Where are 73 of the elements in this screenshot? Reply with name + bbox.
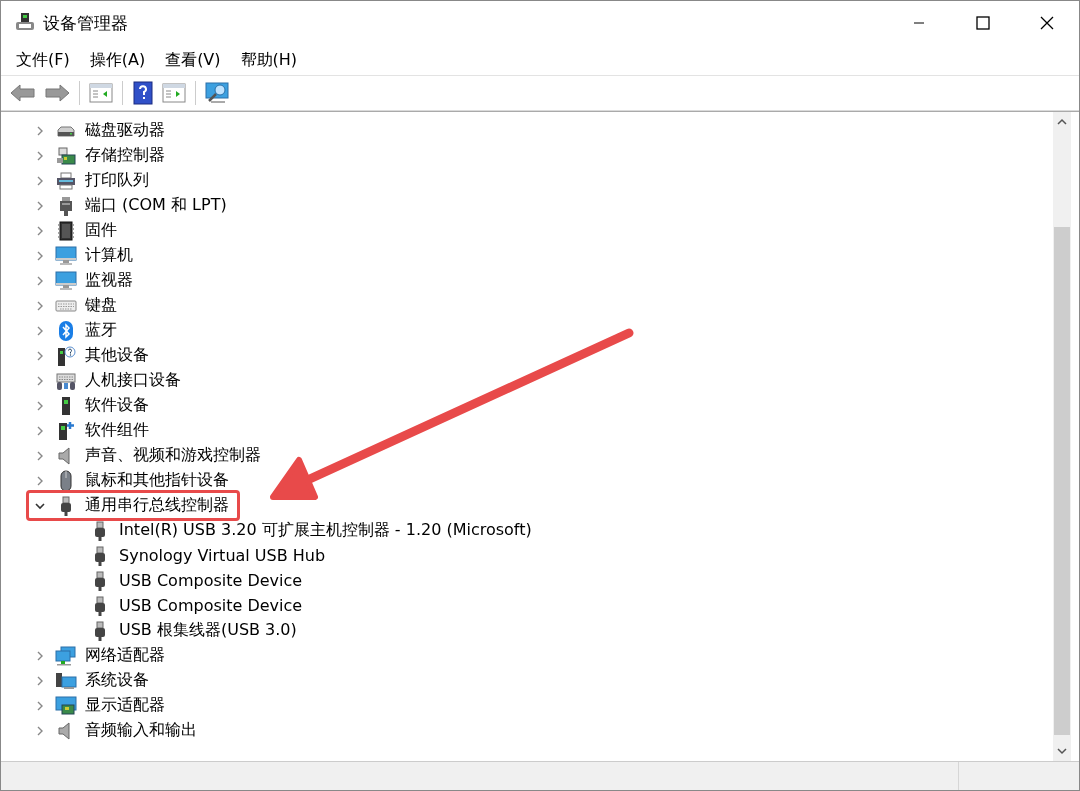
collapse-chevron-icon[interactable] — [35, 500, 45, 511]
tree-item[interactable]: 声音、视频和游戏控制器 — [85, 445, 261, 466]
scroll-up-icon — [1057, 118, 1067, 126]
tree-item[interactable]: USB Composite Device — [119, 571, 303, 590]
expand-chevron-icon[interactable] — [35, 250, 45, 261]
expand-chevron-icon[interactable] — [35, 475, 45, 486]
tree-item[interactable]: 网络适配器 — [85, 645, 165, 666]
tree-item[interactable]: USB Composite Device — [119, 596, 303, 615]
close-icon — [1040, 16, 1054, 30]
monitor-icon — [55, 245, 77, 266]
chip-icon — [56, 220, 76, 241]
tree-item[interactable]: 磁盘驱动器 — [85, 120, 165, 141]
console-tree-icon — [89, 82, 113, 104]
menu-item[interactable]: 帮助(H) — [232, 46, 306, 74]
tree-item[interactable]: 鼠标和其他指针设备 — [85, 470, 229, 491]
tree-item[interactable]: 其他设备 — [85, 345, 149, 366]
expand-chevron-icon[interactable] — [35, 700, 45, 711]
monitor-icon — [55, 270, 77, 291]
tree-item[interactable]: 固件 — [85, 220, 117, 241]
scrollbar[interactable] — [1053, 112, 1071, 761]
tree-item[interactable]: 计算机 — [85, 245, 133, 266]
expand-chevron-icon[interactable] — [35, 425, 45, 436]
tree-item[interactable]: 键盘 — [85, 295, 117, 316]
maximize-icon — [976, 16, 990, 30]
expand-chevron-icon[interactable] — [35, 400, 45, 411]
forward-arrow-icon — [44, 83, 70, 103]
tree-item[interactable]: 蓝牙 — [85, 320, 117, 341]
expand-chevron-icon[interactable] — [35, 725, 45, 736]
expand-chevron-icon[interactable] — [35, 675, 45, 686]
menu-item[interactable]: 查看(V) — [157, 46, 229, 74]
tree-item[interactable]: Synology Virtual USB Hub — [119, 546, 326, 565]
scroll-down-icon — [1057, 747, 1067, 755]
unknown-device-icon — [55, 344, 77, 367]
help-icon — [132, 81, 154, 105]
tree-item[interactable]: 软件组件 — [85, 420, 149, 441]
menu-item[interactable]: 文件(F) — [8, 46, 78, 74]
expand-chevron-icon[interactable] — [35, 275, 45, 286]
tree-item[interactable]: 显示适配器 — [85, 695, 165, 716]
tree-item[interactable]: 存储控制器 — [85, 145, 165, 166]
expand-chevron-icon[interactable] — [35, 350, 45, 361]
bluetooth-icon — [56, 319, 76, 342]
tree-item[interactable]: 端口 (COM 和 LPT) — [85, 195, 227, 216]
menu-item[interactable]: 操作(A) — [81, 46, 154, 74]
expand-chevron-icon[interactable] — [35, 650, 45, 661]
storage-controller-icon — [56, 145, 76, 166]
tree-item[interactable]: 系统设备 — [85, 670, 149, 691]
back-arrow-icon — [10, 83, 36, 103]
expand-chevron-icon[interactable] — [35, 325, 45, 336]
display-adapter-icon — [55, 695, 77, 716]
printer-icon — [56, 170, 76, 191]
expand-chevron-icon[interactable] — [35, 200, 45, 211]
tree-item[interactable]: 监视器 — [85, 270, 133, 291]
action-pane-icon — [162, 82, 186, 104]
scrollbar-thumb[interactable] — [1054, 227, 1070, 735]
system-device-icon — [55, 670, 77, 691]
input-device-icon — [55, 370, 77, 391]
tree-item[interactable]: 通用串行总线控制器 — [85, 495, 229, 516]
tree-item[interactable]: 人机接口设备 — [85, 370, 181, 391]
tree-item[interactable]: USB 根集线器(USB 3.0) — [119, 620, 297, 641]
expand-chevron-icon[interactable] — [35, 125, 45, 136]
expand-chevron-icon[interactable] — [35, 150, 45, 161]
network-icon — [55, 645, 77, 666]
tree-item[interactable]: 打印队列 — [85, 170, 149, 191]
window-title: 设备管理器 — [43, 11, 129, 35]
expand-chevron-icon[interactable] — [35, 450, 45, 461]
tree-item[interactable]: 软件设备 — [85, 395, 149, 416]
expand-chevron-icon[interactable] — [35, 225, 45, 236]
expand-chevron-icon[interactable] — [35, 175, 45, 186]
monitor-search-icon — [205, 81, 231, 105]
expand-chevron-icon[interactable] — [35, 375, 45, 386]
tree-item[interactable]: 音频输入和输出 — [85, 720, 197, 741]
tree-item[interactable]: Intel(R) USB 3.20 可扩展主机控制器 - 1.20 (Microsoft) — [119, 520, 532, 541]
expand-chevron-icon[interactable] — [35, 300, 45, 311]
